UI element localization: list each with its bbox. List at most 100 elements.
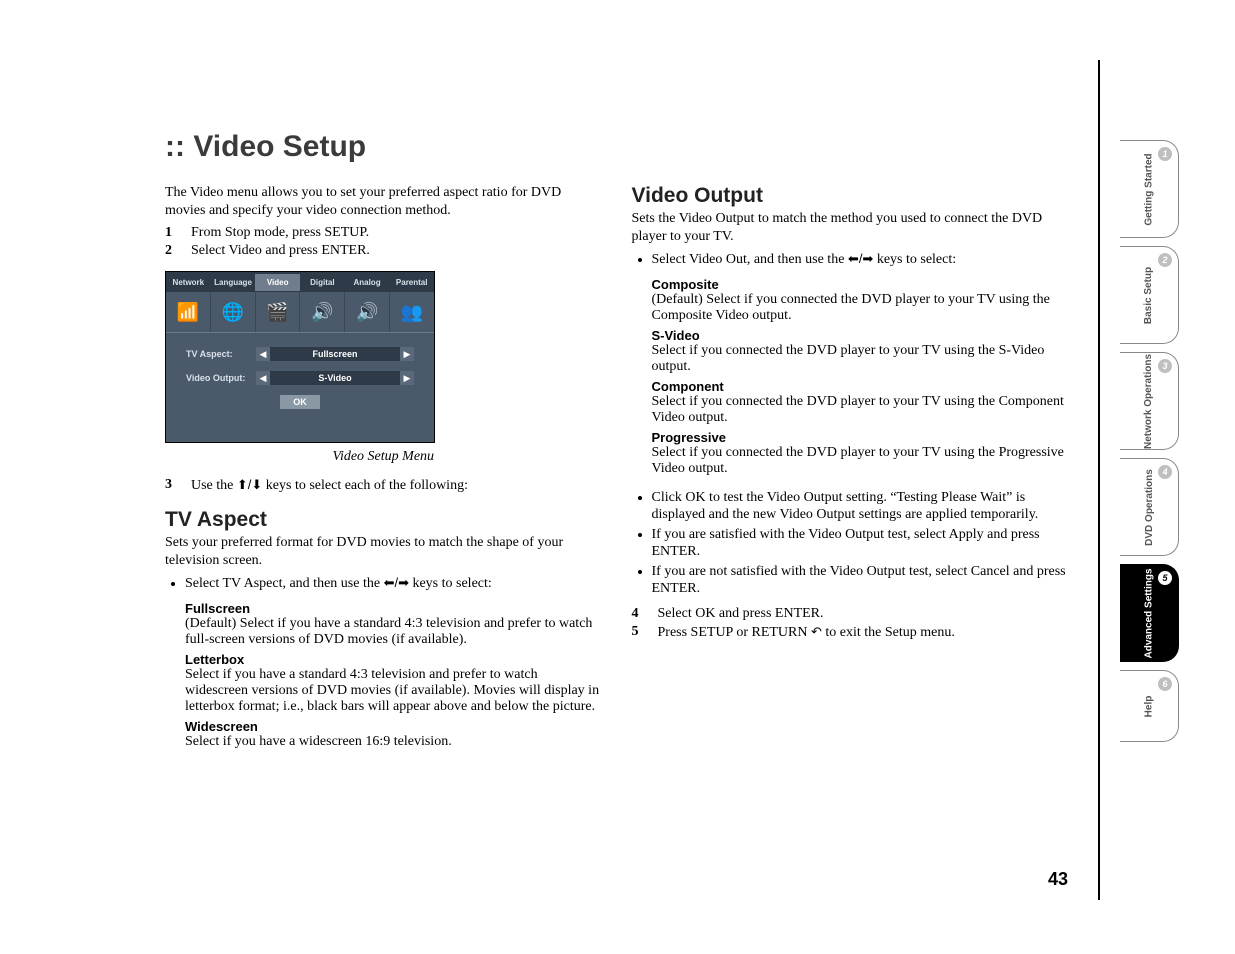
left-arrow-icon: ◀ — [256, 371, 270, 385]
step-3: 3 Use the ⬆/⬇ keys to select each of the… — [165, 477, 602, 494]
video-output-row: Video Output: ◀ S-Video ▶ — [186, 371, 414, 385]
opt-svideo-text: Select if you connected the DVD player t… — [652, 343, 1045, 374]
video-output-selector: ◀ S-Video ▶ — [256, 371, 414, 385]
screenshot-tabs: Network Language Video Digital Analog Pa… — [166, 272, 434, 292]
video-setup-screenshot: Network Language Video Digital Analog Pa… — [165, 271, 435, 443]
final-steps: 4 Select OK and press ENTER. 5 Press SET… — [632, 606, 1069, 641]
step-5: 5 Press SETUP or RETURN ↶ to exit the Se… — [632, 624, 1069, 641]
section-tabs: 1 Getting Started 2 Basic Setup 3 Networ… — [1120, 140, 1179, 742]
digital-icon: 🔊 — [300, 292, 345, 332]
screenshot-icon-row: 📶 🌐 🎬 🔊 🔊 👥 — [166, 292, 434, 333]
tab-badge: 5 — [1158, 571, 1172, 585]
video-output-select-line: Select Video Out, and then use the ⬅/➡ k… — [652, 251, 1069, 269]
opt-letterbox-text: Select if you have a standard 4:3 televi… — [185, 667, 599, 714]
tab-label: Help — [1143, 695, 1154, 717]
two-column-layout: The Video menu allows you to set your pr… — [165, 184, 1068, 754]
tab-parental: Parental — [389, 274, 434, 291]
tab-network-operations[interactable]: 3 Network Operations — [1120, 352, 1179, 450]
opt-composite-text: (Default) Select if you connected the DV… — [652, 292, 1050, 323]
tv-aspect-bullets: Select TV Aspect, and then use the ⬅/➡ k… — [165, 575, 602, 593]
tab-network: Network — [166, 274, 211, 291]
tab-label: Basic Setup — [1144, 266, 1155, 323]
tab-digital: Digital — [300, 274, 345, 291]
intro-text: The Video menu allows you to set your pr… — [165, 184, 602, 219]
video-output-heading: Video Output — [632, 184, 1069, 208]
opt-progressive-name: Progressive — [652, 430, 1069, 445]
screenshot-caption: Video Setup Menu — [165, 449, 602, 465]
tab-label: Network Operations — [1144, 353, 1155, 448]
tab-basic-setup[interactable]: 2 Basic Setup — [1120, 246, 1179, 344]
tab-badge: 4 — [1158, 465, 1172, 479]
tab-label: DVD Operations — [1144, 469, 1155, 546]
tab-label: Advanced Settings — [1144, 568, 1155, 658]
tab-label: Getting Started — [1144, 153, 1155, 225]
page-number: 43 — [1048, 869, 1068, 890]
tab-language: Language — [211, 274, 256, 291]
tv-aspect-row: TV Aspect: ◀ Fullscreen ▶ — [186, 347, 414, 361]
step-5-text: Press SETUP or RETURN ↶ to exit the Setu… — [658, 624, 955, 641]
post-bullet-1: Click OK to test the Video Output settin… — [652, 489, 1069, 524]
leftright-arrow-icon: ⬅/➡ — [848, 251, 873, 266]
opt-composite-name: Composite — [652, 277, 1069, 292]
tab-advanced-settings[interactable]: 5 Advanced Settings — [1120, 564, 1179, 662]
analog-icon: 🔊 — [345, 292, 390, 332]
tab-help[interactable]: 6 Help — [1120, 670, 1179, 742]
video-output-post-bullets: Click OK to test the Video Output settin… — [632, 489, 1069, 598]
manual-page: :: Video Setup The Video menu allows you… — [165, 60, 1100, 900]
opt-widescreen: Widescreen Select if you have a widescre… — [185, 719, 602, 750]
opt-svideo: S-Video Select if you connected the DVD … — [652, 328, 1069, 375]
opt-letterbox: Letterbox Select if you have a standard … — [185, 652, 602, 715]
left-column: The Video menu allows you to set your pr… — [165, 184, 602, 754]
opt-progressive-text: Select if you connected the DVD player t… — [652, 445, 1064, 476]
step-2: 2Select Video and press ENTER. — [165, 243, 602, 259]
opt-svideo-name: S-Video — [652, 328, 1069, 343]
network-icon: 📶 — [166, 292, 211, 332]
tv-aspect-value: Fullscreen — [270, 349, 400, 359]
left-arrow-icon: ◀ — [256, 347, 270, 361]
video-output-bullets: Select Video Out, and then use the ⬅/➡ k… — [632, 251, 1069, 269]
ok-button: OK — [280, 395, 320, 409]
tv-aspect-select-line: Select TV Aspect, and then use the ⬅/➡ k… — [185, 575, 602, 593]
step-5-num: 5 — [632, 624, 646, 641]
opt-letterbox-name: Letterbox — [185, 652, 602, 667]
page-title: :: Video Setup — [165, 130, 1068, 164]
tab-badge: 2 — [1158, 253, 1172, 267]
step-2-text: Select Video and press ENTER. — [191, 243, 370, 259]
opt-composite: Composite (Default) Select if you connec… — [652, 277, 1069, 324]
video-output-value: S-Video — [270, 373, 400, 383]
tab-video: Video — [255, 274, 300, 291]
video-output-label: Video Output: — [186, 373, 256, 383]
step-3-line: 3 Use the ⬆/⬇ keys to select each of the… — [165, 477, 602, 494]
updown-arrow-icon: ⬆/⬇ — [237, 477, 262, 492]
step-3-num: 3 — [165, 477, 179, 494]
step-4-text: Select OK and press ENTER. — [658, 606, 824, 622]
right-arrow-icon: ▶ — [400, 347, 414, 361]
tab-badge: 6 — [1158, 677, 1172, 691]
video-output-desc: Sets the Video Output to match the metho… — [632, 210, 1069, 245]
tab-getting-started[interactable]: 1 Getting Started — [1120, 140, 1179, 238]
post-bullet-3: If you are not satisfied with the Video … — [652, 563, 1069, 598]
right-arrow-icon: ▶ — [400, 371, 414, 385]
parental-icon: 👥 — [390, 292, 434, 332]
opt-progressive: Progressive Select if you connected the … — [652, 430, 1069, 477]
step-4: 4 Select OK and press ENTER. — [632, 606, 1069, 622]
tv-aspect-selector: ◀ Fullscreen ▶ — [256, 347, 414, 361]
tv-aspect-desc: Sets your preferred format for DVD movie… — [165, 534, 602, 569]
opt-fullscreen: Fullscreen (Default) Select if you have … — [185, 601, 602, 648]
opt-widescreen-text: Select if you have a widescreen 16:9 tel… — [185, 734, 452, 749]
step-3-text: Use the ⬆/⬇ keys to select each of the f… — [191, 477, 468, 494]
right-column: Video Output Sets the Video Output to ma… — [632, 184, 1069, 754]
tv-aspect-heading: TV Aspect — [165, 508, 602, 532]
post-bullet-2: If you are satisfied with the Video Outp… — [652, 526, 1069, 561]
step-1: 1From Stop mode, press SETUP. — [165, 225, 602, 241]
screenshot-body: TV Aspect: ◀ Fullscreen ▶ Video Output: … — [166, 333, 434, 409]
tab-analog: Analog — [345, 274, 390, 291]
tab-dvd-operations[interactable]: 4 DVD Operations — [1120, 458, 1179, 556]
step-1-text: From Stop mode, press SETUP. — [191, 225, 369, 241]
language-icon: 🌐 — [211, 292, 256, 332]
opt-component-text: Select if you connected the DVD player t… — [652, 394, 1064, 425]
setup-steps: 1From Stop mode, press SETUP. 2Select Vi… — [165, 225, 602, 259]
return-arrow-icon: ↶ — [811, 624, 822, 639]
opt-fullscreen-text: (Default) Select if you have a standard … — [185, 616, 592, 647]
tab-badge: 1 — [1158, 147, 1172, 161]
